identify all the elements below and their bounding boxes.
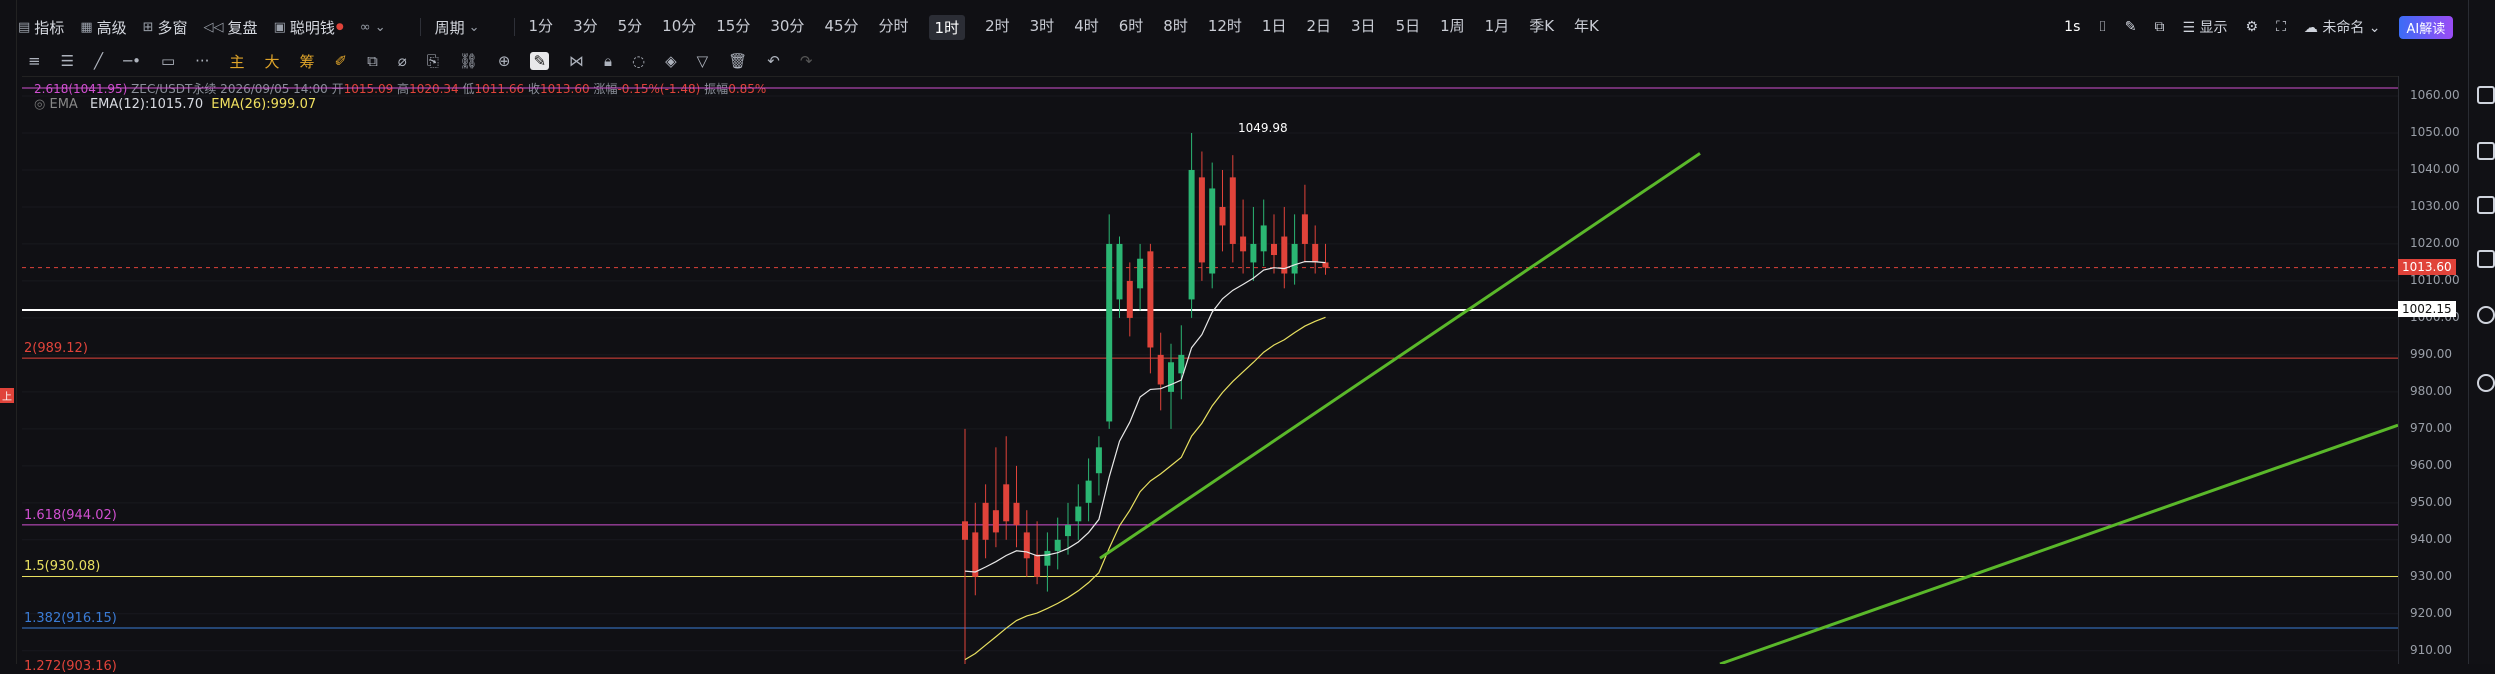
price-tick: 930.00 — [2410, 568, 2452, 583]
candle-body — [1137, 258, 1144, 289]
fib-label: 1.272(903.16) — [24, 659, 117, 674]
candle-body — [1095, 447, 1102, 474]
price-tick: 950.00 — [2410, 494, 2452, 509]
candle-body — [1013, 502, 1020, 526]
candle-body — [1023, 532, 1030, 559]
sidebar-grid-icon[interactable] — [2477, 250, 2495, 268]
price-tick: 1020.00 — [2410, 235, 2460, 250]
candle-body — [1229, 177, 1236, 244]
right-sidebar — [2468, 0, 2495, 664]
candle-body — [1085, 480, 1092, 503]
price-tick: 1040.00 — [2410, 161, 2460, 176]
sidebar-book-icon[interactable] — [2477, 142, 2495, 160]
candle-body — [1291, 243, 1298, 274]
candle-body — [1168, 362, 1174, 392]
sidebar-chart-icon[interactable] — [2477, 86, 2495, 104]
candle-body — [992, 510, 999, 533]
candlestick-chart[interactable] — [0, 0, 2495, 664]
candle-body — [1178, 354, 1185, 374]
candle-body — [1034, 554, 1041, 577]
candle-body — [1126, 280, 1133, 318]
candle-body — [1322, 262, 1329, 268]
ema26-line — [964, 316, 1326, 661]
candle-body — [1209, 188, 1216, 274]
candle-body — [1106, 243, 1113, 422]
candle-body — [962, 521, 968, 540]
sidebar-bot-icon[interactable] — [2477, 306, 2495, 324]
candle-body — [1003, 484, 1010, 522]
price-tick: 1030.00 — [2410, 198, 2460, 213]
candle-body — [1054, 539, 1061, 551]
hline-price-tag: 1002.15 — [2398, 300, 2456, 317]
price-tick: 960.00 — [2410, 457, 2452, 472]
price-tick: 910.00 — [2410, 642, 2452, 657]
fib-label: 1.5(930.08) — [24, 559, 101, 575]
candle-body — [1147, 251, 1154, 348]
candle-body — [1240, 236, 1247, 252]
candle-body — [1312, 243, 1319, 263]
candle-body — [1271, 243, 1277, 256]
candle-body — [1116, 243, 1123, 300]
fib-label: 1.618(944.02) — [24, 507, 117, 523]
price-tick: 990.00 — [2410, 346, 2452, 361]
price-tick: 970.00 — [2410, 420, 2452, 435]
candle-body — [982, 502, 989, 540]
candle-body — [1250, 243, 1257, 263]
price-tick: 1010.00 — [2410, 272, 2460, 287]
price-tick: 1060.00 — [2410, 88, 2460, 102]
candle-body — [1301, 214, 1308, 244]
price-tick: 940.00 — [2410, 531, 2452, 546]
candle-body — [1260, 225, 1267, 252]
candle-body — [1219, 206, 1226, 226]
candle-body — [1198, 177, 1205, 263]
price-tick: 1050.00 — [2410, 124, 2460, 139]
candle-body — [1075, 506, 1082, 522]
candle-body — [1065, 525, 1071, 537]
candle-body — [1044, 550, 1051, 566]
candle-body — [1157, 354, 1164, 385]
sidebar-list-icon[interactable] — [2477, 196, 2495, 214]
candle-body — [1188, 169, 1195, 300]
fib-label: 2(989.12) — [24, 341, 88, 357]
price-tick: 920.00 — [2410, 605, 2452, 620]
high-price-marker: 1049.98 — [1238, 121, 1288, 136]
price-tick: 980.00 — [2410, 383, 2452, 398]
fib-label: 1.382(916.15) — [24, 611, 117, 626]
current-price-tag: 1013.60 — [2398, 258, 2456, 275]
candle-body — [972, 532, 979, 577]
sidebar-clock-icon[interactable] — [2477, 374, 2495, 392]
